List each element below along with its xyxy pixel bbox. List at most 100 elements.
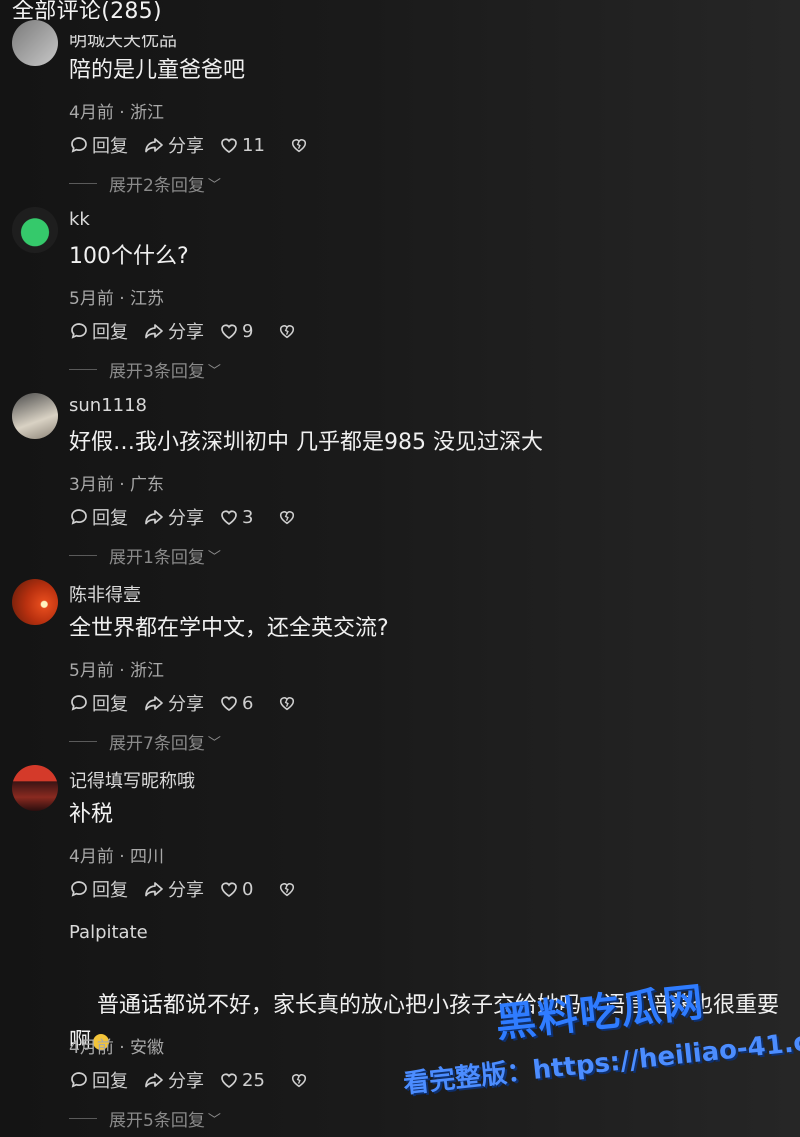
comment-username[interactable]: 陈非得壹	[69, 581, 141, 607]
like-count: 11	[242, 134, 265, 156]
comment-username[interactable]: kk	[69, 209, 90, 230]
dislike-button[interactable]	[290, 136, 311, 154]
like-button[interactable]: 3	[219, 507, 253, 528]
reply-label: 回复	[92, 136, 128, 157]
broken-heart-icon	[280, 697, 295, 711]
share-button[interactable]: 分享	[143, 690, 204, 716]
reply-label: 回复	[92, 322, 128, 343]
broken-heart-icon	[280, 325, 295, 339]
expand-replies[interactable]: 展开2条回复 ﹀	[69, 171, 221, 196]
share-label: 分享	[168, 694, 204, 715]
share-label: 分享	[168, 508, 204, 529]
reply-label: 回复	[92, 880, 128, 901]
like-count: 6	[242, 692, 254, 714]
chevron-down-icon: ﹀	[207, 736, 221, 751]
like-count: 3	[242, 506, 254, 528]
share-icon	[145, 324, 163, 339]
avatar[interactable]	[12, 207, 58, 253]
share-label: 分享	[168, 136, 204, 157]
avatar[interactable]	[12, 579, 58, 625]
comment-text: 100个什么?	[69, 244, 189, 269]
comment-actions: 回复 分享 0	[69, 876, 314, 902]
reply-button[interactable]: 回复	[69, 318, 128, 344]
expand-replies[interactable]: 展开1条回复 ﹀	[69, 543, 221, 568]
divider-line	[69, 555, 97, 556]
watermark: 黑料吃瓜网 看完整版：https://heiliao-41.com	[400, 979, 800, 1120]
reply-label: 回复	[92, 694, 128, 715]
share-icon	[145, 510, 163, 525]
like-button[interactable]: 6	[219, 693, 253, 714]
share-label: 分享	[168, 880, 204, 901]
share-label: 分享	[168, 1071, 204, 1092]
divider-line	[69, 183, 97, 184]
comment-item: sun1118 好假…我小孩深圳初中 几乎都是985 没见过深大 3月前 · 广…	[0, 393, 800, 579]
expand-replies-label: 展开7条回复	[109, 734, 205, 754]
comment-icon	[71, 509, 87, 525]
like-button[interactable]: 0	[219, 879, 253, 900]
comment-text: 好假…我小孩深圳初中 几乎都是985 没见过深大	[69, 430, 543, 455]
expand-replies-label: 展开5条回复	[109, 1111, 205, 1131]
dislike-button[interactable]	[290, 1071, 311, 1089]
share-button[interactable]: 分享	[143, 504, 204, 530]
dislike-button[interactable]	[278, 694, 299, 712]
share-button[interactable]: 分享	[143, 1067, 204, 1093]
comment-username[interactable]: sun1118	[69, 395, 147, 416]
reply-button[interactable]: 回复	[69, 876, 128, 902]
broken-heart-icon	[280, 511, 295, 525]
comment-icon	[71, 881, 87, 897]
comment-text: 陪的是儿童爸爸吧	[69, 58, 246, 83]
share-icon	[145, 1073, 163, 1088]
broken-heart-icon	[280, 883, 295, 897]
avatar[interactable]	[12, 393, 58, 439]
chevron-down-icon: ﹀	[207, 178, 221, 193]
comment-actions: 回复 分享 25	[69, 1067, 326, 1093]
like-button[interactable]: 9	[219, 321, 253, 342]
comment-actions: 回复 分享 6	[69, 690, 314, 716]
share-icon	[145, 138, 163, 153]
expand-replies-label: 展开3条回复	[109, 362, 205, 382]
dislike-button[interactable]	[278, 322, 299, 340]
heart-icon	[221, 324, 237, 339]
comment-meta: 5月前 · 江苏	[69, 289, 165, 309]
reply-button[interactable]: 回复	[69, 132, 128, 158]
dislike-button[interactable]	[278, 880, 299, 898]
like-button[interactable]: 11	[219, 135, 265, 156]
comment-item: 明城天天优品 陪的是儿童爸爸吧 4月前 · 浙江 回复 分享 11 展开2条回复…	[0, 20, 800, 212]
heart-icon	[221, 138, 237, 153]
like-button[interactable]: 25	[219, 1070, 265, 1091]
comment-icon	[71, 1072, 87, 1088]
expand-replies[interactable]: 展开5条回复 ﹀	[69, 1106, 221, 1131]
expand-replies[interactable]: 展开7条回复 ﹀	[69, 729, 221, 754]
comment-actions: 回复 分享 3	[69, 504, 314, 530]
broken-heart-icon	[291, 1074, 306, 1088]
dislike-button[interactable]	[278, 508, 299, 526]
share-button[interactable]: 分享	[143, 318, 204, 344]
like-count: 0	[242, 878, 254, 900]
reply-button[interactable]: 回复	[69, 690, 128, 716]
avatar[interactable]	[12, 765, 58, 811]
expand-replies-label: 展开2条回复	[109, 176, 205, 196]
comment-text: 补税	[69, 802, 114, 827]
comment-icon	[71, 137, 87, 153]
share-button[interactable]: 分享	[143, 876, 204, 902]
comment-username[interactable]: Palpitate	[69, 922, 148, 943]
like-count: 25	[242, 1069, 265, 1091]
comment-icon	[71, 695, 87, 711]
heart-icon	[221, 696, 237, 711]
broken-heart-icon	[291, 139, 306, 153]
comment-meta: 4月前 · 安徽	[69, 1038, 165, 1058]
heart-icon	[221, 882, 237, 897]
comment-actions: 回复 分享 9	[69, 318, 314, 344]
share-button[interactable]: 分享	[143, 132, 204, 158]
reply-button[interactable]: 回复	[69, 1067, 128, 1093]
reply-label: 回复	[92, 508, 128, 529]
expand-replies[interactable]: 展开3条回复 ﹀	[69, 357, 221, 382]
avatar[interactable]	[12, 20, 58, 66]
comment-username[interactable]: 明城天天优品	[69, 35, 177, 52]
reply-label: 回复	[92, 1071, 128, 1092]
like-count: 9	[242, 320, 254, 342]
comment-item: 陈非得壹 全世界都在学中文，还全英交流? 5月前 · 浙江 回复 分享 6 展开…	[0, 579, 800, 765]
comment-username[interactable]: 记得填写昵称哦	[69, 767, 195, 793]
divider-line	[69, 1118, 97, 1119]
reply-button[interactable]: 回复	[69, 504, 128, 530]
